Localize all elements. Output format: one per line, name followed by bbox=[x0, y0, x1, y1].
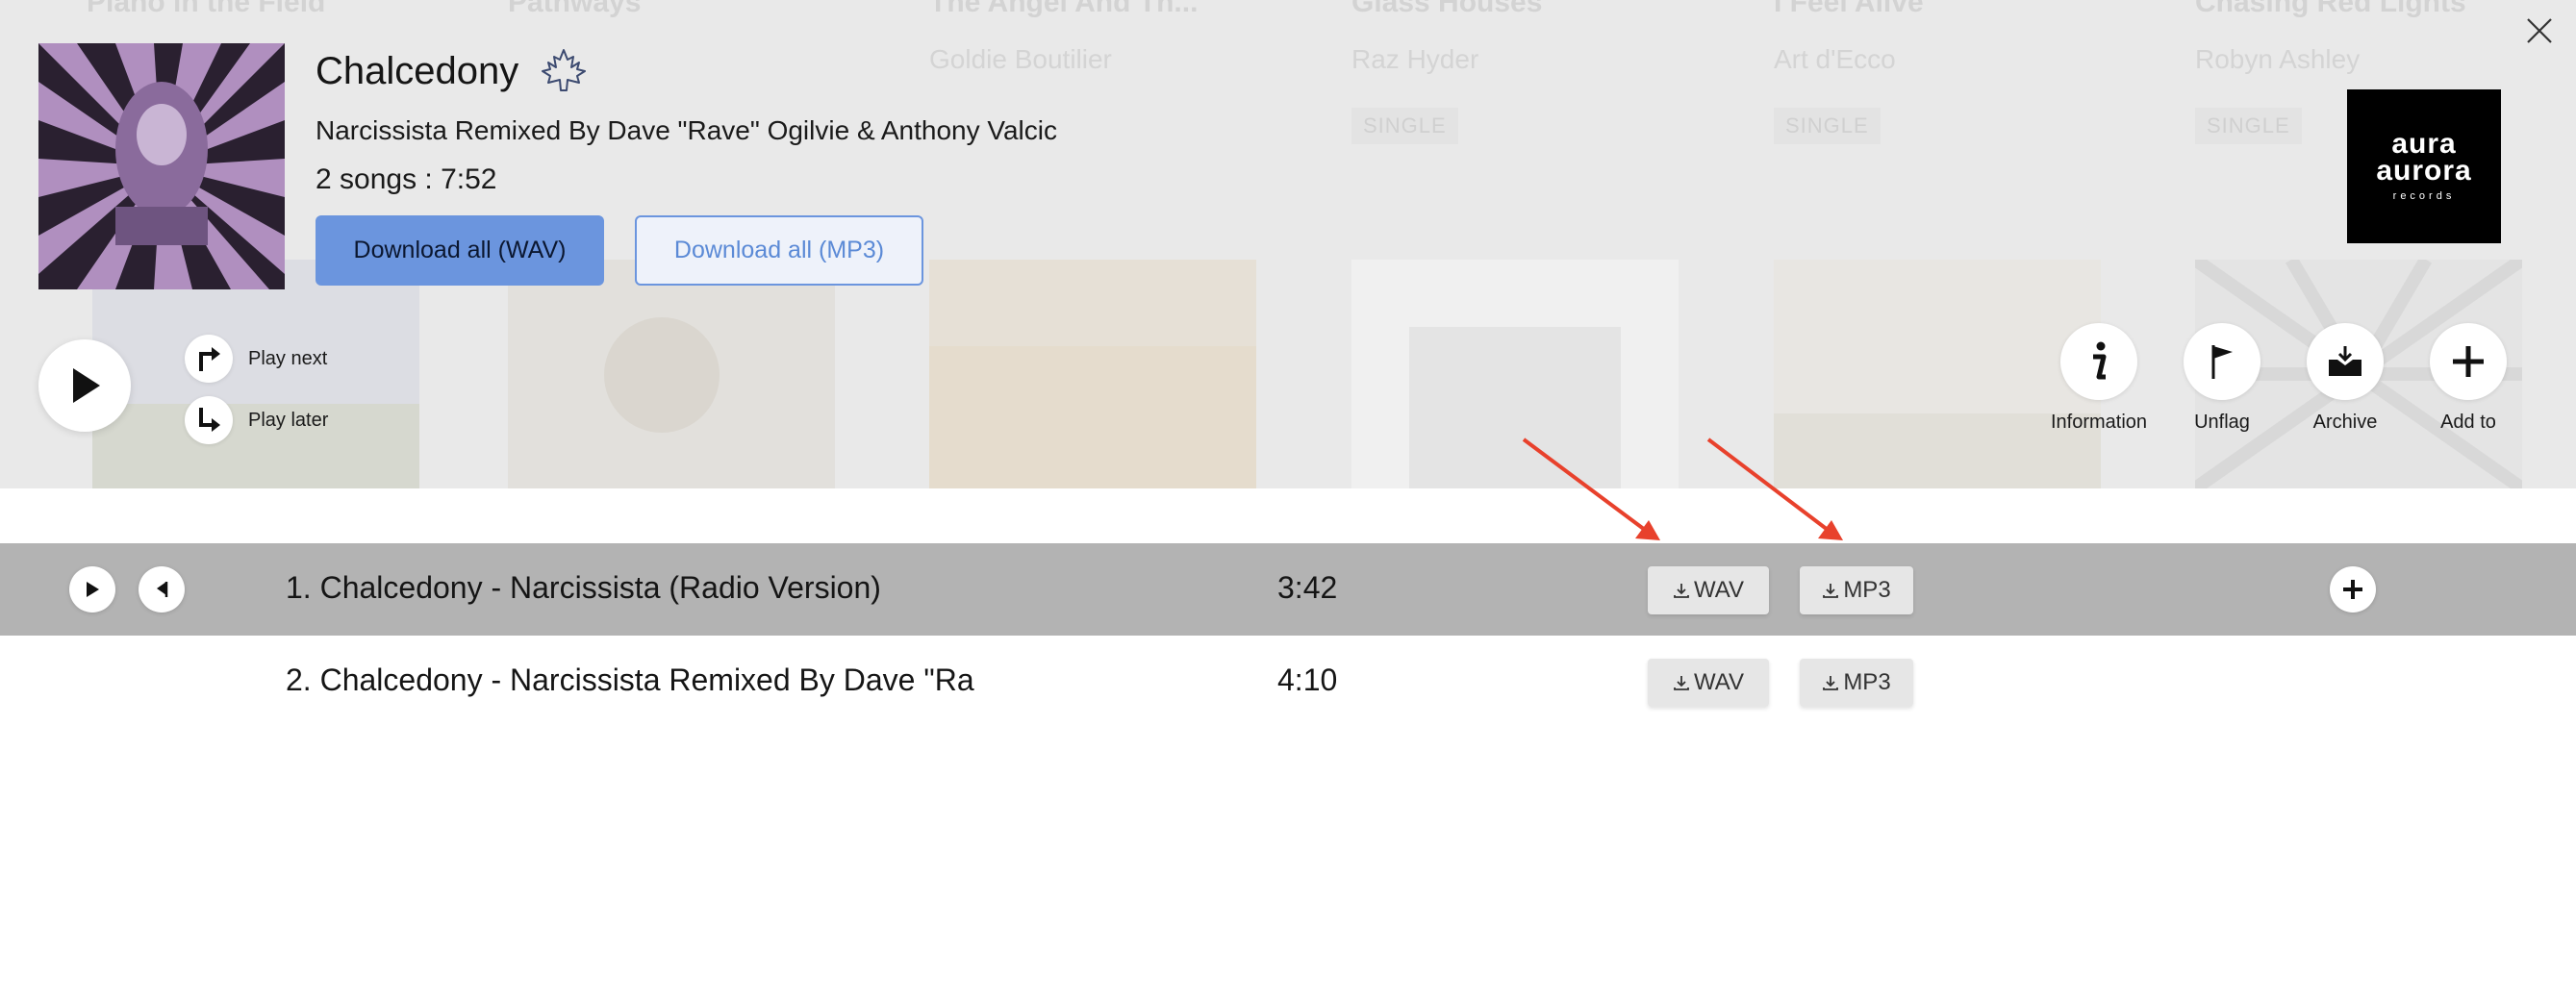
label-logo-line1: aura bbox=[2391, 128, 2457, 160]
download-mp3-button[interactable]: MP3 bbox=[1800, 566, 1913, 614]
label-logo-line2: aurora bbox=[2376, 155, 2472, 187]
bg-album-tag: SINGLE bbox=[2195, 108, 2302, 144]
bg-album-title: Glass Houses bbox=[1351, 0, 1543, 18]
album-title: Chalcedony bbox=[316, 50, 519, 92]
bg-album-tag: SINGLE bbox=[1351, 108, 1458, 144]
flag-icon bbox=[2184, 323, 2260, 400]
download-mp3-label: MP3 bbox=[1843, 577, 1891, 603]
bg-album-artist: Robyn Ashley bbox=[2195, 44, 2361, 74]
bg-album: The Angel And Th... Goldie Boutilier bbox=[929, 0, 1256, 488]
record-label-logo: aura aurora records bbox=[2347, 89, 2501, 243]
track-row[interactable]: 2. Chalcedony - Narcissista Remixed By D… bbox=[0, 636, 2576, 728]
information-button[interactable]: Information bbox=[2041, 323, 2157, 434]
close-icon[interactable] bbox=[2520, 12, 2559, 50]
download-wav-button[interactable]: WAV bbox=[1648, 659, 1769, 707]
play-album-button[interactable] bbox=[38, 339, 131, 432]
play-next-label: Play next bbox=[248, 347, 328, 369]
track-duration: 4:10 bbox=[1277, 662, 1338, 697]
track-duration: 3:42 bbox=[1277, 570, 1338, 605]
track-row[interactable]: 1. Chalcedony - Narcissista (Radio Versi… bbox=[0, 543, 2576, 636]
bg-album-title: I Feel Alive bbox=[1774, 0, 1924, 18]
bg-album-tag: SINGLE bbox=[1774, 108, 1881, 144]
bg-album-art bbox=[929, 260, 1256, 488]
play-icon bbox=[73, 368, 100, 403]
add-to-label: Add to bbox=[2440, 412, 2496, 433]
album-song-count: 2 songs : 7:52 bbox=[316, 163, 497, 195]
track-title: 2. Chalcedony - Narcissista Remixed By D… bbox=[286, 662, 974, 697]
label-logo-line3: records bbox=[2392, 190, 2456, 202]
add-to-button[interactable]: Add to bbox=[2411, 323, 2526, 434]
queue-track-button[interactable] bbox=[139, 566, 185, 612]
download-mp3-label: MP3 bbox=[1843, 669, 1891, 695]
play-later-icon bbox=[185, 396, 233, 444]
bg-album-title: The Angel And Th... bbox=[929, 0, 1199, 18]
plus-icon bbox=[2430, 323, 2507, 400]
download-wav-label: WAV bbox=[1694, 669, 1744, 695]
maple-leaf-icon bbox=[539, 46, 589, 96]
album-header: Piano in the Field Pathways The Angel An… bbox=[0, 0, 2576, 488]
bg-album-title: Piano in the Field bbox=[87, 0, 326, 18]
information-label: Information bbox=[2050, 412, 2148, 433]
download-all-mp3-button[interactable]: Download all (MP3) bbox=[635, 215, 923, 286]
bg-album-title: Pathways bbox=[508, 0, 642, 18]
archive-label: Archive bbox=[2312, 412, 2378, 433]
download-icon bbox=[1673, 582, 1690, 599]
archive-button[interactable]: Archive bbox=[2287, 323, 2403, 434]
album-subtitle: Narcissista Remixed By Dave "Rave" Ogilv… bbox=[316, 115, 1057, 145]
unflag-label: Unflag bbox=[2194, 412, 2250, 433]
download-mp3-button[interactable]: MP3 bbox=[1800, 659, 1913, 707]
bg-album-artist: Goldie Boutilier bbox=[929, 44, 1112, 74]
play-later-button[interactable]: Play later bbox=[185, 396, 328, 444]
track-title: 1. Chalcedony - Narcissista (Radio Versi… bbox=[286, 570, 881, 605]
download-icon bbox=[1822, 582, 1839, 599]
bg-album: Glass Houses Raz Hyder SINGLE bbox=[1351, 0, 1679, 488]
play-icon bbox=[87, 582, 99, 597]
bg-album-artist: Raz Hyder bbox=[1351, 44, 1479, 74]
album-cover bbox=[38, 43, 285, 289]
add-track-button[interactable] bbox=[2330, 566, 2376, 612]
download-icon bbox=[1673, 674, 1690, 691]
plus-icon bbox=[2343, 580, 2362, 599]
bg-album-art bbox=[1351, 260, 1679, 488]
download-icon bbox=[1822, 674, 1839, 691]
bg-album-art bbox=[508, 260, 835, 488]
play-track-button[interactable] bbox=[69, 566, 115, 612]
bg-album-title: Chasing Red Lights bbox=[2195, 0, 2466, 18]
unflag-button[interactable]: Unflag bbox=[2164, 323, 2280, 434]
play-next-button[interactable]: Play next bbox=[185, 335, 327, 383]
download-all-wav-button[interactable]: Download all (WAV) bbox=[316, 215, 604, 286]
download-wav-button[interactable]: WAV bbox=[1648, 566, 1769, 614]
download-wav-label: WAV bbox=[1694, 577, 1744, 603]
info-icon bbox=[2060, 323, 2137, 400]
play-next-icon bbox=[185, 335, 233, 383]
play-later-label: Play later bbox=[248, 409, 329, 431]
queue-icon bbox=[157, 582, 168, 597]
archive-icon bbox=[2307, 323, 2384, 400]
bg-album-artist: Art d'Ecco bbox=[1774, 44, 1896, 74]
